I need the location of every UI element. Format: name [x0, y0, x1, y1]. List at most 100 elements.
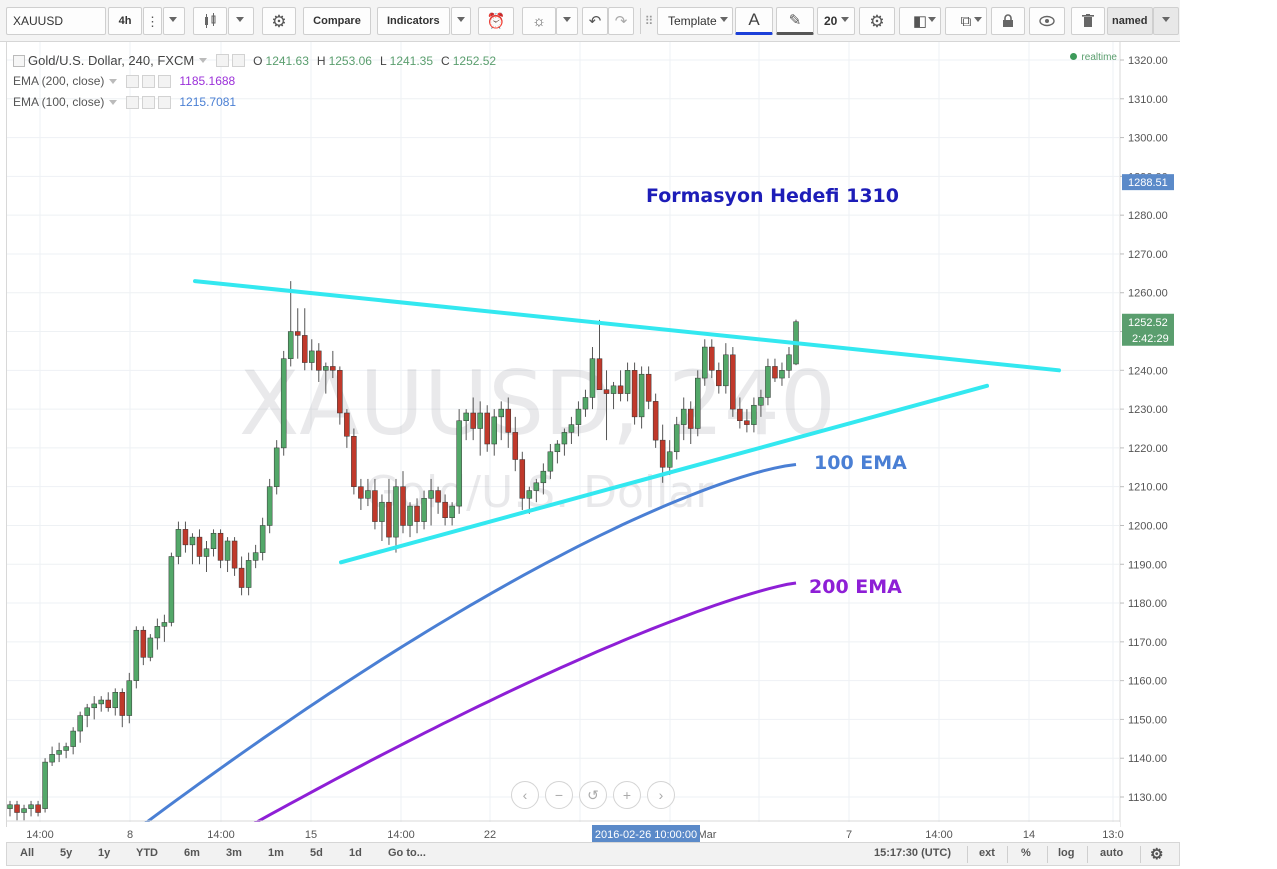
ext-toggle[interactable]: ext [979, 847, 995, 859]
range-all-button[interactable]: All [20, 847, 34, 859]
candle-body [505, 408, 512, 433]
eye-icon[interactable] [216, 54, 230, 67]
grip-icon[interactable]: ⠿ [641, 7, 657, 35]
range-5d-button[interactable]: 5d [310, 847, 323, 859]
undo-icon[interactable]: ↶ [582, 7, 608, 35]
indicators-button[interactable]: Indicators [377, 7, 450, 35]
chevron-down-icon[interactable] [109, 78, 118, 84]
candle-body [294, 331, 301, 336]
interval-button[interactable]: 4h [108, 7, 142, 35]
gear-icon[interactable] [142, 95, 156, 109]
eye-icon[interactable] [126, 95, 140, 109]
chevron-down-icon[interactable] [109, 99, 118, 105]
more-icon[interactable]: ⋮ [143, 7, 162, 35]
reset-chart-button[interactable]: ↺ [579, 781, 607, 809]
range-1d-button[interactable]: 1d [349, 847, 362, 859]
eye-icon[interactable] [126, 74, 140, 88]
candle [91, 696, 97, 720]
ema100-label: EMA (100, close) [13, 95, 105, 109]
log-toggle[interactable]: log [1058, 847, 1075, 859]
range-6m-button[interactable]: 6m [184, 847, 200, 859]
candle-body [610, 385, 617, 394]
candle [196, 529, 203, 565]
ohlc-high-label: H [316, 53, 326, 68]
candle-body [638, 373, 645, 418]
zoom-out-button[interactable]: − [545, 781, 573, 809]
text-color-icon[interactable]: A [735, 7, 773, 35]
gear-icon[interactable]: ⚙ [262, 7, 296, 35]
layout-dropdown[interactable] [1153, 7, 1179, 35]
symbol-search-input[interactable]: XAUUSD [6, 7, 106, 35]
target-annotation: Formasyon Hedefi 1310 [646, 185, 899, 207]
ohlc-open-label: O [253, 53, 263, 68]
utc-clock[interactable]: 15:17:30 (UTC) [874, 847, 951, 859]
chart-pane[interactable]: XAUUSD, 240 Gold/U.S. Dollar Formasyon Hed… [6, 42, 1181, 842]
chevron-down-icon[interactable] [199, 58, 208, 63]
range-1y-button[interactable]: 1y [98, 847, 110, 859]
close-icon[interactable] [158, 74, 172, 88]
candle [147, 634, 154, 662]
price-tick-label: 1210.00 [1128, 482, 1168, 494]
top-toolbar: XAUUSD 4h ⋮ ⚙ Compare Indicators ⏰ ☼ ↶ ↷… [0, 0, 1180, 42]
candle [730, 347, 736, 417]
candle-body [280, 358, 287, 449]
candle-body [224, 540, 231, 561]
candle-body [14, 804, 20, 813]
template-button[interactable]: Template [657, 7, 733, 35]
candle [56, 742, 62, 763]
candle-body [519, 459, 526, 499]
range-5y-button[interactable]: 5y [60, 847, 72, 859]
candle-body [449, 505, 455, 518]
range-3m-button[interactable]: 3m [226, 847, 242, 859]
collapse-icon[interactable] [13, 54, 25, 67]
eye-icon[interactable] [1029, 7, 1065, 35]
pencil-icon[interactable]: ✎ [776, 7, 814, 35]
scroll-left-button[interactable]: ‹ [511, 781, 539, 809]
price-chart[interactable]: XAUUSD, 240Gold/U.S. DollarFormasyon Hed… [7, 42, 1181, 842]
time-tick-label: 13:0 [1102, 829, 1123, 841]
candles-icon[interactable] [193, 7, 227, 35]
percent-toggle[interactable]: % [1021, 847, 1031, 859]
compare-button[interactable]: Compare [303, 7, 371, 35]
price-marker-top-label: 1288.51 [1128, 177, 1168, 189]
candle-body [182, 529, 189, 546]
candle-body [189, 536, 196, 546]
candle [49, 746, 55, 766]
candle-body [393, 486, 399, 538]
range-ytd-button[interactable]: YTD [136, 847, 158, 859]
bulb-icon[interactable]: ☼ [522, 7, 556, 35]
copy-icon[interactable]: ⧉ [945, 7, 987, 35]
close-icon[interactable] [158, 95, 172, 109]
candle-body [386, 501, 392, 538]
candle [119, 688, 126, 728]
candle [456, 409, 462, 514]
trash-icon[interactable] [1071, 7, 1105, 35]
gear-icon[interactable] [142, 74, 156, 88]
bulb-dropdown[interactable] [556, 7, 578, 35]
redo-icon[interactable]: ↷ [608, 7, 634, 35]
alert-clock-icon[interactable]: ⏰ [478, 7, 514, 35]
scroll-right-button[interactable]: › [647, 781, 675, 809]
interval-dropdown[interactable] [163, 7, 185, 35]
gear-icon[interactable]: ⚙ [859, 7, 895, 35]
auto-toggle[interactable]: auto [1100, 847, 1123, 859]
shapes-icon[interactable]: ◧ [899, 7, 941, 35]
gear-icon[interactable]: ⚙ [1150, 845, 1163, 863]
candle-body [217, 532, 224, 561]
candle-body [400, 486, 406, 526]
candle [210, 529, 217, 557]
zoom-in-button[interactable]: + [613, 781, 641, 809]
gear-icon[interactable] [232, 54, 246, 67]
candle [77, 711, 83, 743]
bar-countdown-label: 2:42:29 [1132, 333, 1169, 345]
time-tick-label: 22 [484, 829, 496, 841]
layout-name[interactable]: named [1107, 7, 1153, 35]
lock-icon[interactable] [991, 7, 1025, 35]
chart-type-dropdown[interactable] [228, 7, 254, 35]
candle-body [316, 350, 322, 371]
candle-body [133, 629, 140, 681]
range-1m-button[interactable]: 1m [268, 847, 284, 859]
indicators-dropdown[interactable] [451, 7, 471, 35]
line-width-select[interactable]: 20 [817, 7, 855, 35]
goto-button[interactable]: Go to... [388, 847, 426, 859]
